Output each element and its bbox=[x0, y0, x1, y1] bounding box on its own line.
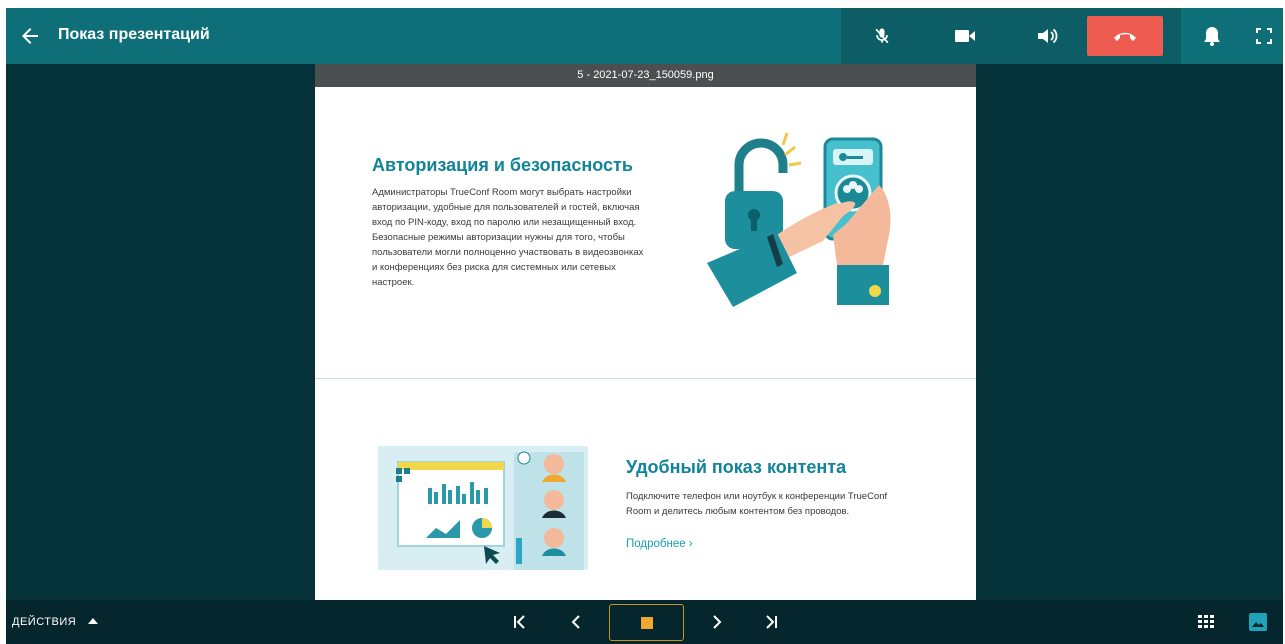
slide-divider bbox=[315, 378, 976, 379]
speaker-toggle[interactable] bbox=[1031, 21, 1063, 51]
fullscreen-icon bbox=[1256, 28, 1272, 44]
image-icon bbox=[1249, 613, 1267, 631]
last-slide-button[interactable] bbox=[757, 609, 785, 635]
more-link[interactable]: Подробнее › bbox=[626, 538, 693, 550]
notifications-button[interactable] bbox=[1196, 21, 1228, 51]
first-page-icon bbox=[514, 615, 525, 629]
section-text-content: Подключите телефон или ноутбук к конфере… bbox=[626, 491, 888, 517]
bottom-bar: ДЕЙСТВИЯ bbox=[6, 600, 1283, 644]
page-title: Показ презентаций bbox=[58, 26, 210, 43]
grid-icon bbox=[1198, 615, 1214, 628]
stop-icon bbox=[640, 616, 653, 629]
speaker-icon bbox=[1038, 28, 1058, 44]
caret-up-icon bbox=[87, 618, 98, 624]
section-title-auth: Авторизация и безопасность bbox=[372, 155, 633, 175]
next-slide-button[interactable] bbox=[703, 609, 731, 635]
microphone-toggle[interactable] bbox=[866, 21, 898, 51]
actions-menu-button[interactable]: ДЕЙСТВИЯ bbox=[12, 616, 98, 628]
first-slide-button[interactable] bbox=[506, 609, 534, 635]
stop-presentation-button[interactable] bbox=[609, 604, 684, 641]
file-name-bar: 5 - 2021-07-23_150059.png bbox=[315, 64, 976, 87]
back-button[interactable] bbox=[18, 24, 42, 48]
last-page-icon bbox=[766, 615, 777, 629]
content-sharing-illustration bbox=[378, 446, 588, 570]
top-bar: Показ презентаций bbox=[6, 8, 1283, 64]
fullscreen-button[interactable] bbox=[1248, 21, 1280, 51]
actions-label: ДЕЙСТВИЯ bbox=[12, 616, 77, 628]
security-illustration bbox=[707, 132, 891, 307]
bell-icon bbox=[1204, 27, 1220, 46]
mic-off-icon bbox=[875, 28, 889, 44]
slide-view-button[interactable] bbox=[1244, 609, 1272, 635]
camera-toggle[interactable] bbox=[949, 21, 981, 51]
hangup-button[interactable] bbox=[1087, 16, 1163, 56]
prev-icon bbox=[571, 615, 580, 629]
previous-slide-button[interactable] bbox=[562, 609, 590, 635]
section-text-auth: Администраторы TrueConf Room могут выбра… bbox=[372, 187, 644, 288]
arrow-left-icon bbox=[22, 28, 38, 44]
conference-window: Показ презентаций 5 - 2021-07-23_150059.… bbox=[6, 8, 1283, 644]
next-icon bbox=[713, 615, 722, 629]
hangup-icon bbox=[1114, 32, 1136, 41]
layout-grid-button[interactable] bbox=[1192, 609, 1220, 635]
camera-icon bbox=[955, 30, 975, 42]
section-title-content: Удобный показ контента bbox=[626, 457, 847, 477]
presentation-slide: Авторизация и безопасность Администратор… bbox=[315, 87, 976, 600]
